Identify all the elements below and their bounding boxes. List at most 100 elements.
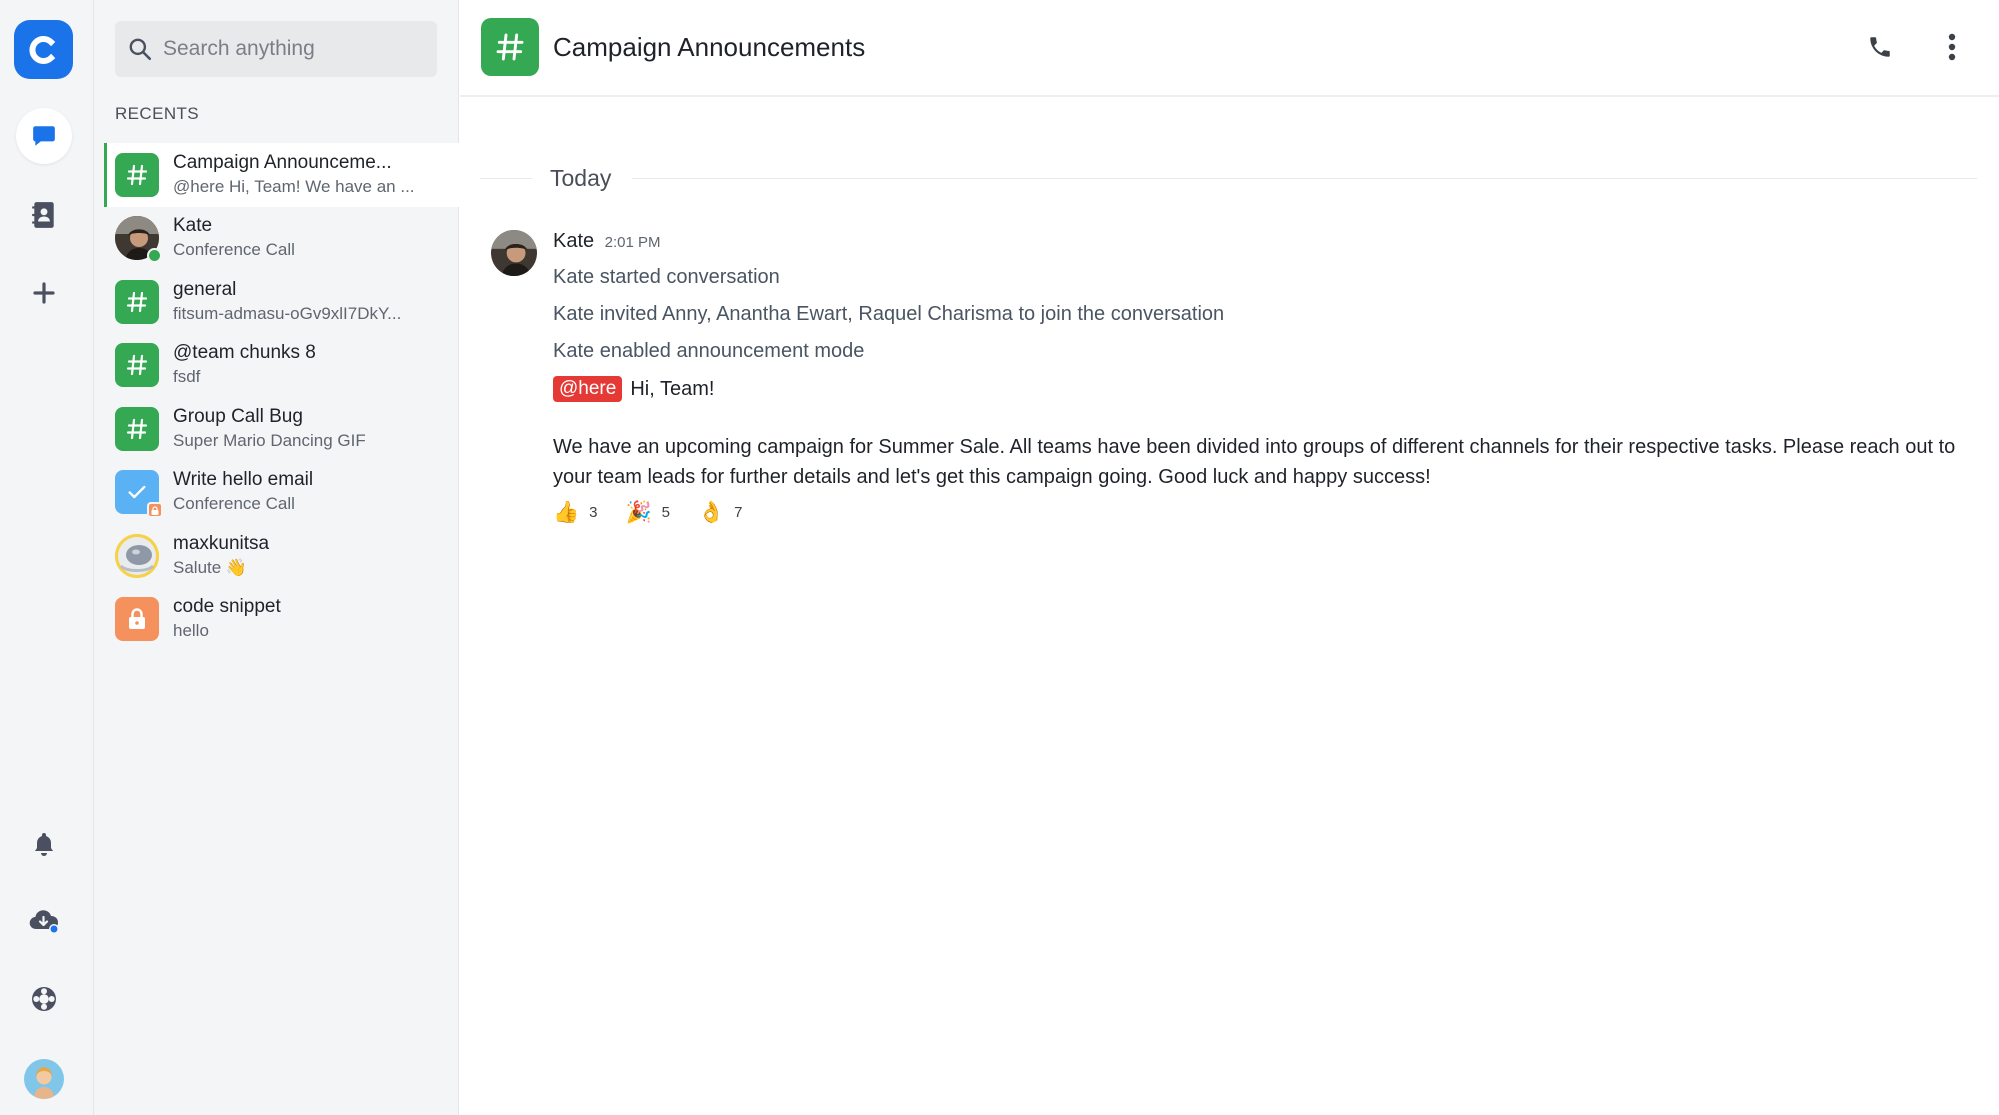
conversation-title: Write hello email: [173, 469, 314, 491]
conversation-preview: fitsum-admasu-oGv9xlI7DkY...: [173, 303, 402, 323]
system-event: Kate enabled announcement mode: [553, 340, 865, 362]
app-logo-icon: [29, 35, 55, 64]
more-options-button[interactable]: [1935, 27, 1969, 67]
astronaut-avatar-image: [115, 533, 159, 578]
rail-chats-button[interactable]: [16, 108, 72, 164]
message-timestamp: 2:01 PM: [604, 234, 661, 251]
contact-avatar: [115, 533, 159, 578]
rail-new-button[interactable]: [16, 265, 72, 321]
checkmark-icon: [128, 486, 146, 499]
conversation-preview: Conference Call: [173, 240, 295, 260]
conversation-panel: Campaign Announcements Today Kate 2:01 P…: [460, 0, 1999, 1115]
here-mention-badge[interactable]: @here: [553, 376, 623, 402]
conversation-header: Campaign Announcements: [460, 0, 1999, 97]
message-meta: Kate 2:01 PM: [553, 230, 1963, 253]
reaction-count: 3: [589, 504, 598, 521]
task-avatar: [115, 470, 163, 519]
rail-notifications-button[interactable]: [16, 816, 72, 872]
app-logo[interactable]: [14, 20, 73, 79]
day-separator: Today: [480, 163, 1977, 193]
app-rail: [0, 0, 94, 1115]
conversation-title: code snippet: [173, 596, 281, 618]
thumbs-up-icon: 👍: [553, 500, 580, 524]
cloud-download-icon: [29, 910, 59, 934]
search-icon: [129, 38, 152, 61]
party-popper-icon: 🎉: [625, 500, 652, 524]
reaction-ok-hand[interactable]: 👌 7: [698, 500, 743, 525]
header-actions: [1863, 27, 1969, 67]
conversation-preview: @here Hi, Team! We have an ...: [173, 176, 415, 196]
message-body: Kate 2:01 PM Kate started conversation K…: [553, 230, 1963, 525]
contacts-book-icon: [32, 202, 54, 228]
hash-icon: [126, 291, 148, 312]
conversation-preview: fsdf: [173, 367, 201, 387]
channel-title[interactable]: Campaign Announcements: [553, 32, 865, 63]
conversation-item[interactable]: Group Call Bug Super Mario Dancing GIF: [104, 397, 459, 461]
channel-avatar: [115, 279, 159, 324]
channel-header-avatar[interactable]: [481, 18, 539, 76]
search-box[interactable]: [115, 21, 437, 77]
channel-avatar: [115, 343, 159, 388]
reactions-bar: 👍 3 🎉 5 👌 7: [553, 500, 1963, 525]
kate-photo: [491, 230, 537, 276]
conversation-item[interactable]: Campaign Announceme... @here Hi, Team! W…: [104, 143, 459, 207]
call-button[interactable]: [1863, 27, 1897, 67]
conversation-item[interactable]: Write hello email Conference Call: [104, 461, 459, 525]
rail-downloads-button[interactable]: [16, 894, 72, 950]
conversation-item[interactable]: @team chunks 8 fsdf: [104, 334, 459, 398]
rail-help-button[interactable]: [16, 971, 72, 1027]
conversation-title: Campaign Announceme...: [173, 151, 392, 173]
private-channel-avatar: [115, 597, 159, 642]
hash-icon: [496, 33, 524, 61]
user-avatar-image: [24, 1059, 64, 1099]
rail-contacts-button[interactable]: [16, 187, 72, 243]
conversation-title: @team chunks 8: [173, 342, 316, 364]
channel-avatar: [115, 152, 159, 197]
day-label: Today: [550, 165, 612, 191]
ok-hand-icon: 👌: [698, 500, 725, 524]
reaction-thumbs-up[interactable]: 👍 3: [553, 500, 598, 525]
message-author-avatar[interactable]: [491, 230, 537, 276]
more-vertical-icon: [1948, 33, 1956, 61]
conversation-item[interactable]: general fitsum-admasu-oGv9xlI7DkY...: [104, 270, 459, 334]
separator-line: [632, 178, 1977, 179]
conversation-item[interactable]: Kate Conference Call: [104, 207, 459, 271]
conversation-title: Group Call Bug: [173, 405, 303, 427]
conversation-preview: Salute 👋: [173, 557, 248, 577]
channel-avatar: [115, 406, 159, 451]
contact-avatar: [115, 216, 162, 264]
hash-icon: [126, 418, 148, 439]
plus-icon: [33, 282, 55, 304]
chat-bubble-icon: [33, 126, 55, 146]
lifebuoy-icon: [32, 987, 56, 1011]
conversation-preview: hello: [173, 621, 209, 641]
conversation-title: general: [173, 278, 237, 300]
message-greeting: Hi, Team!: [630, 377, 715, 400]
reaction-party[interactable]: 🎉 5: [626, 500, 671, 525]
message-greeting-line: @here Hi, Team!: [553, 376, 1963, 402]
conversation-title: Kate: [173, 215, 213, 237]
phone-icon: [1870, 37, 1890, 57]
message-text: We have an upcoming campaign for Summer …: [553, 436, 1956, 488]
conversation-preview: Super Mario Dancing GIF: [173, 430, 366, 450]
message-author[interactable]: Kate: [553, 230, 594, 252]
system-event: Kate invited Anny, Anantha Ewart, Raquel…: [553, 303, 1225, 325]
conversation-list: Campaign Announceme... @here Hi, Team! W…: [104, 143, 459, 651]
conversation-item[interactable]: code snippet hello: [104, 588, 459, 652]
reaction-count: 5: [661, 504, 670, 521]
lock-icon: [129, 608, 145, 630]
system-event: Kate started conversation: [553, 266, 780, 288]
user-avatar[interactable]: [24, 1059, 64, 1099]
hash-icon: [126, 164, 148, 185]
recents-heading: RECENTS: [115, 104, 200, 123]
reaction-count: 7: [734, 504, 743, 521]
hash-icon: [126, 355, 148, 376]
search-input[interactable]: [163, 37, 433, 61]
conversations-sidebar: RECENTS Campaign Announceme... @here Hi,…: [94, 0, 459, 1115]
private-lock-badge: [147, 502, 163, 519]
online-status-indicator: [147, 248, 162, 264]
conversation-preview: Conference Call: [173, 494, 295, 514]
conversation-item[interactable]: maxkunitsa Salute 👋: [104, 524, 459, 588]
bell-icon: [35, 833, 53, 856]
conversation-title: maxkunitsa: [173, 532, 270, 554]
